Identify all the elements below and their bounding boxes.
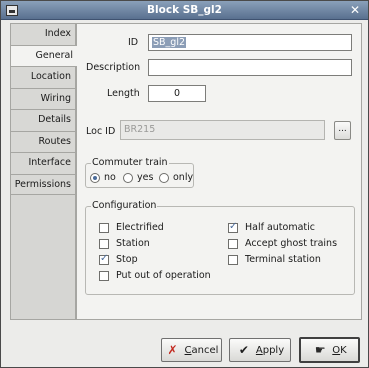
terminal-checkbox[interactable]: Terminal station [228, 254, 321, 265]
stop-box [99, 253, 109, 265]
put-out-label: Put out of operation [116, 270, 211, 281]
apply-label: pply [262, 344, 285, 356]
accept-ghost-box [228, 238, 238, 249]
commuter-title: Commuter train [91, 157, 169, 168]
description-field[interactable] [148, 59, 352, 76]
cancel-label: ancel [191, 344, 219, 356]
station-checkbox[interactable]: Station [99, 238, 150, 249]
tab-general[interactable]: General [10, 44, 77, 66]
cancel-x-icon: ✗ [167, 343, 178, 357]
terminal-label: Terminal station [245, 254, 321, 265]
terminal-box [228, 254, 238, 265]
radio-only[interactable]: only [159, 172, 193, 183]
configuration-group: Configuration Electrified Station Stop P… [85, 200, 355, 295]
half-automatic-label: Half automatic [245, 222, 316, 233]
ok-mnemonic: O [332, 344, 341, 356]
radio-yes[interactable]: yes [123, 172, 153, 183]
commuter-group: Commuter train no yes only [85, 157, 194, 188]
station-label: Station [116, 238, 150, 249]
close-icon[interactable]: ✕ [348, 3, 362, 17]
tab-interface[interactable]: Interface [10, 152, 76, 174]
tab-location[interactable]: Location [10, 66, 76, 88]
radio-yes-label: yes [137, 172, 154, 183]
general-panel: ID SB_gl2 Description Length 0 Loc ID BR… [76, 23, 362, 320]
radio-only-dot [159, 172, 169, 183]
stop-checkbox[interactable]: Stop [99, 253, 138, 265]
length-field[interactable]: 0 [148, 85, 206, 102]
description-label: Description [86, 62, 141, 73]
cancel-mnemonic: C [184, 344, 192, 356]
radio-no-label: no [104, 172, 116, 183]
tab-strip-filler [10, 195, 76, 320]
radio-no-dot [90, 172, 100, 183]
id-field[interactable]: SB_gl2 [148, 34, 352, 51]
put-out-checkbox[interactable]: Put out of operation [99, 270, 211, 281]
title-bar[interactable]: Block SB_gl2 ✕ [1, 1, 368, 20]
stop-label: Stop [116, 254, 138, 265]
tab-details[interactable]: Details [10, 109, 76, 131]
ok-hand-icon: ☛ [314, 343, 326, 357]
checkmark-icon: ✔ [238, 343, 249, 357]
put-out-box [99, 270, 109, 281]
apply-mnemonic: A [255, 344, 263, 356]
tab-strip: Index General Location Wiring Details Ro… [10, 23, 77, 195]
window-title: Block SB_gl2 [147, 4, 222, 16]
accept-ghost-label: Accept ghost trains [245, 238, 338, 249]
id-label: ID [128, 37, 139, 48]
apply-button[interactable]: ✔ Apply [229, 338, 291, 362]
dialog-window: Block SB_gl2 ✕ Index General Location Wi… [0, 0, 369, 368]
locid-field: BR215 [120, 120, 325, 140]
electrified-label: Electrified [116, 222, 164, 233]
radio-yes-dot [123, 172, 133, 183]
cancel-button[interactable]: ✗ Cancel [161, 338, 222, 362]
length-label: Length [107, 88, 140, 99]
radio-no[interactable]: no [90, 172, 116, 183]
ok-button[interactable]: ☛ OK [299, 337, 360, 363]
accept-ghost-checkbox[interactable]: Accept ghost trains [228, 238, 337, 249]
half-automatic-box [228, 221, 238, 233]
ok-label: K [340, 344, 347, 356]
electrified-box [99, 222, 109, 233]
id-value: SB_gl2 [152, 37, 187, 48]
electrified-checkbox[interactable]: Electrified [99, 222, 164, 233]
configuration-title: Configuration [91, 200, 158, 211]
locid-browse-button[interactable]: ... [334, 121, 351, 140]
radio-only-label: only [173, 172, 194, 183]
locid-label: Loc ID [86, 126, 116, 137]
tab-index[interactable]: Index [10, 23, 76, 45]
tab-wiring[interactable]: Wiring [10, 87, 76, 109]
tab-routes[interactable]: Routes [10, 130, 76, 152]
half-automatic-checkbox[interactable]: Half automatic [228, 221, 316, 233]
station-box [99, 238, 109, 249]
tab-permissions[interactable]: Permissions [10, 173, 76, 195]
